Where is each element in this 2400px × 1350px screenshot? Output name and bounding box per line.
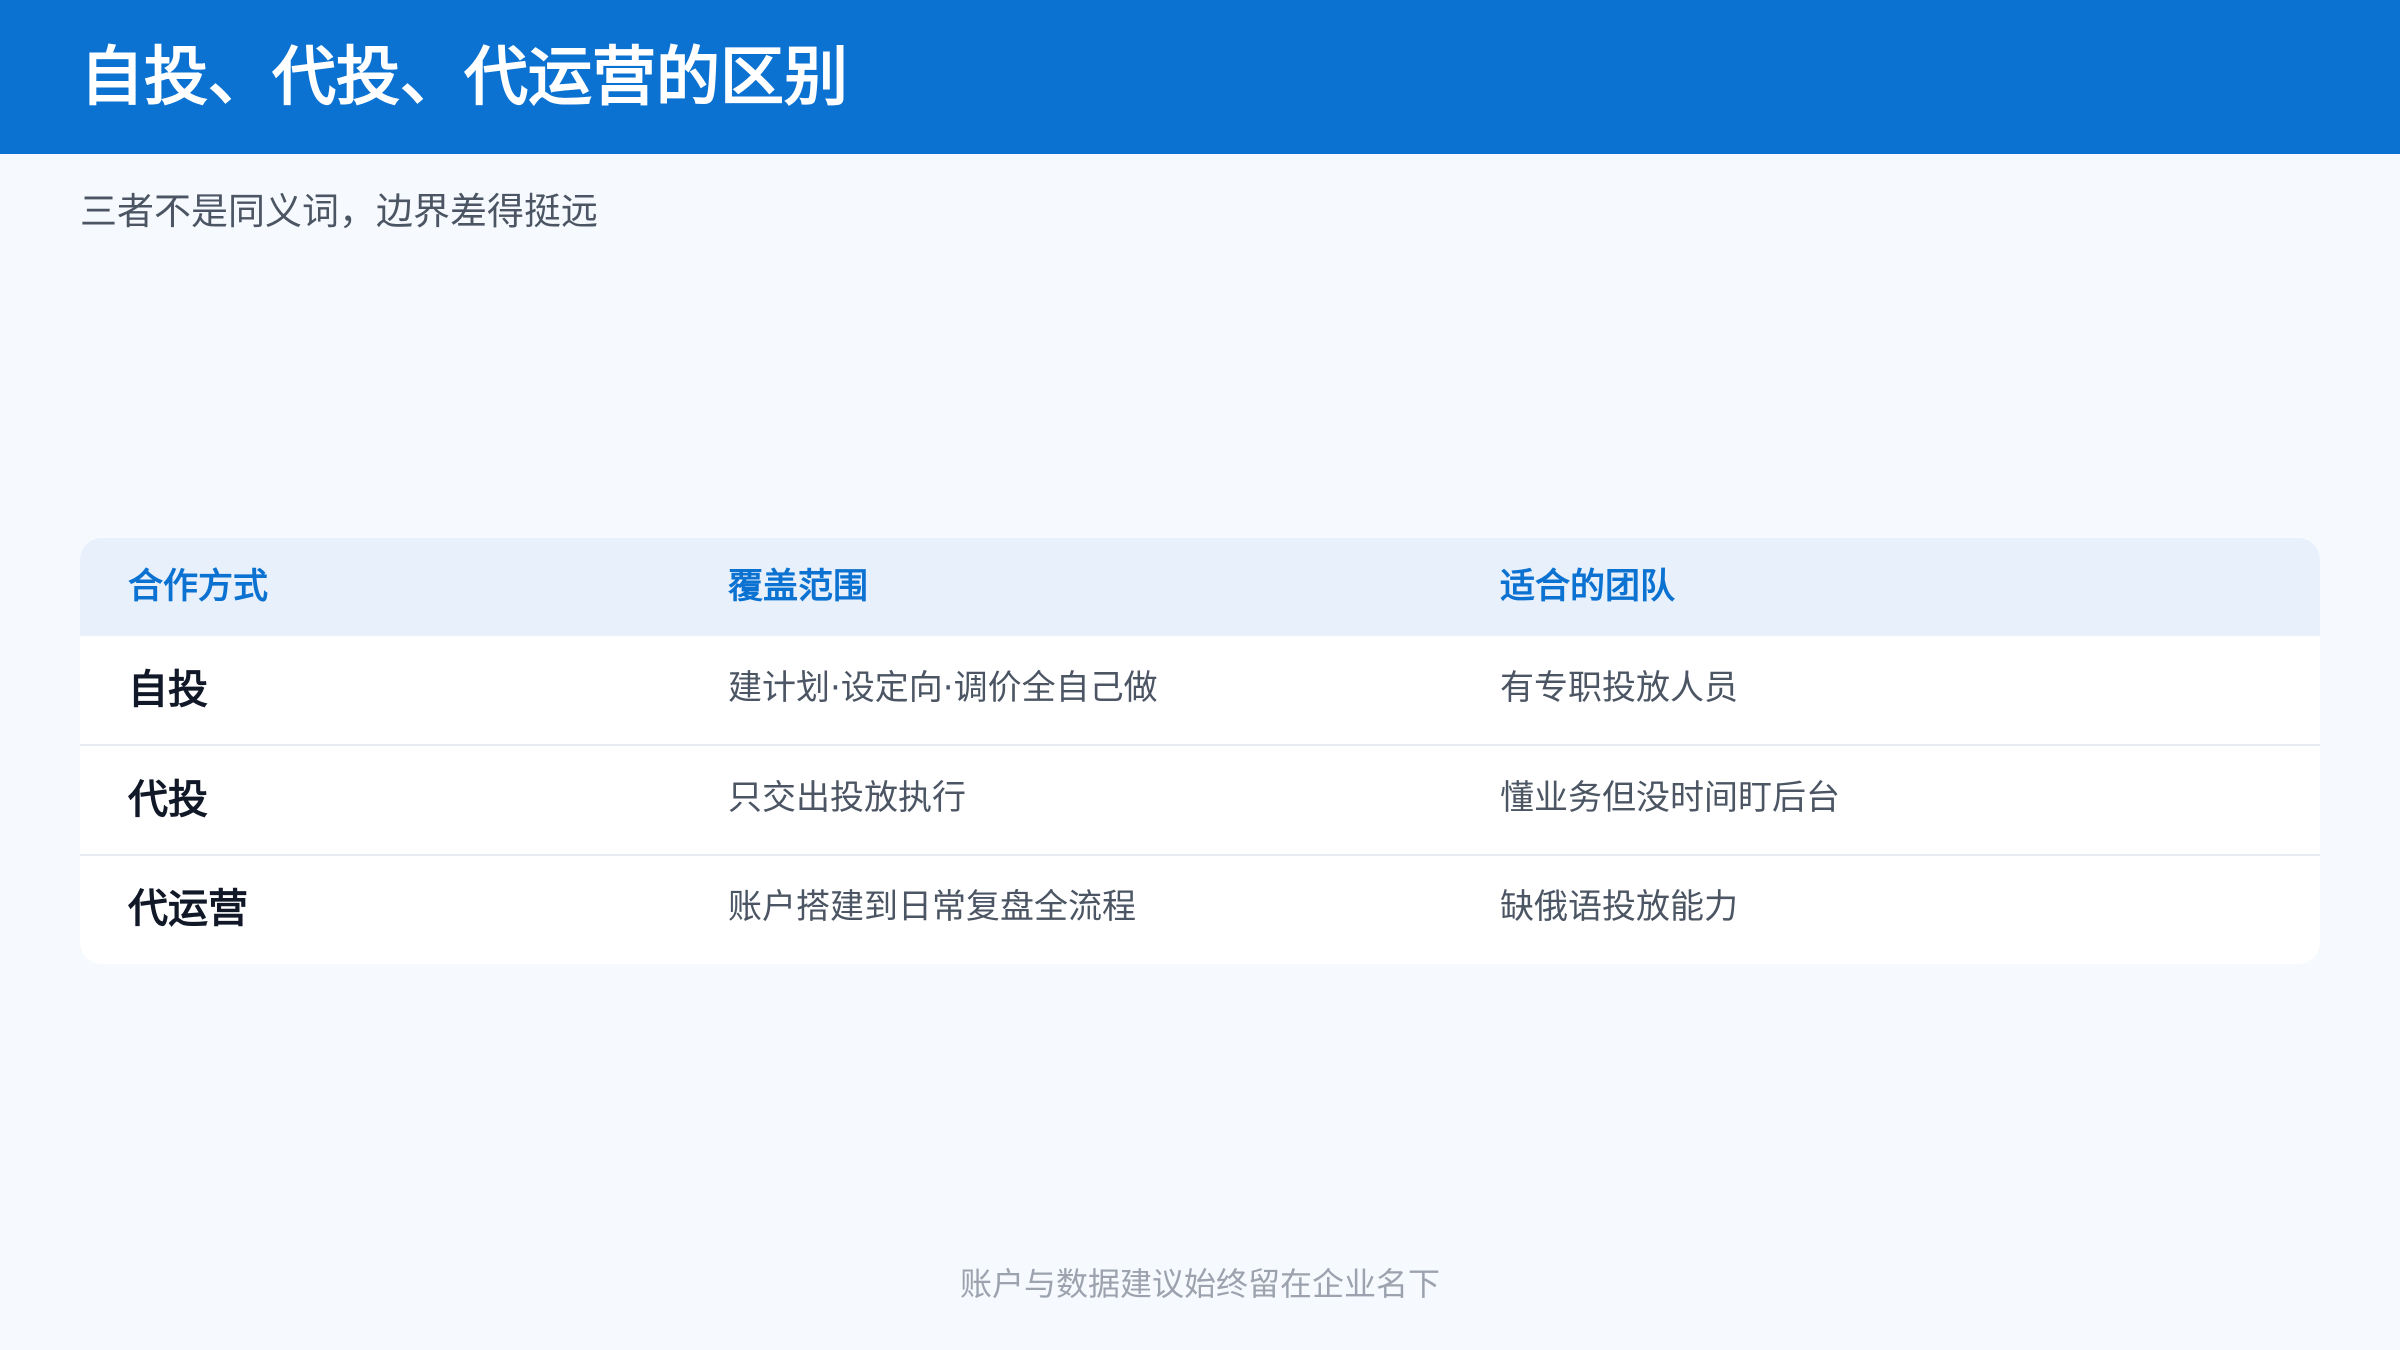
page-subtitle: 三者不是同义词，边界差得挺远 (80, 190, 598, 233)
column-header-team: 适合的团队 (1500, 567, 1676, 607)
row-mode-cell: 代投 (128, 777, 208, 823)
table-header: 合作方式 覆盖范围 适合的团队 (80, 538, 2320, 636)
table-row: 代投 只交出投放执行 懂业务但没时间盯后台 (80, 746, 2320, 856)
row-mode-cell: 自投 (128, 667, 208, 713)
table-row: 代运营 账户搭建到日常复盘全流程 缺俄语投放能力 (80, 855, 2320, 964)
comparison-table: 合作方式 覆盖范围 适合的团队 自投 建计划·设定向·调价全自己做 有专职投放人… (80, 538, 2320, 964)
column-header-mode: 合作方式 (128, 567, 269, 607)
row-team-cell: 懂业务但没时间盯后台 (1500, 778, 1840, 818)
row-scope-cell: 建计划·设定向·调价全自己做 (728, 668, 1158, 708)
page-title: 自投、代投、代运营的区别 (80, 41, 848, 115)
row-team-cell: 有专职投放人员 (1500, 668, 1738, 708)
table-row: 自投 建计划·设定向·调价全自己做 有专职投放人员 (80, 636, 2320, 746)
row-scope-cell: 账户搭建到日常复盘全流程 (728, 887, 1136, 927)
title-bar: 自投、代投、代运营的区别 (0, 0, 2400, 154)
footer-note: 账户与数据建议始终留在企业名下 (959, 1265, 1440, 1303)
row-scope-cell: 只交出投放执行 (728, 778, 966, 818)
column-header-scope: 覆盖范围 (728, 567, 869, 607)
row-mode-cell: 代运营 (128, 886, 248, 932)
row-team-cell: 缺俄语投放能力 (1500, 887, 1738, 927)
